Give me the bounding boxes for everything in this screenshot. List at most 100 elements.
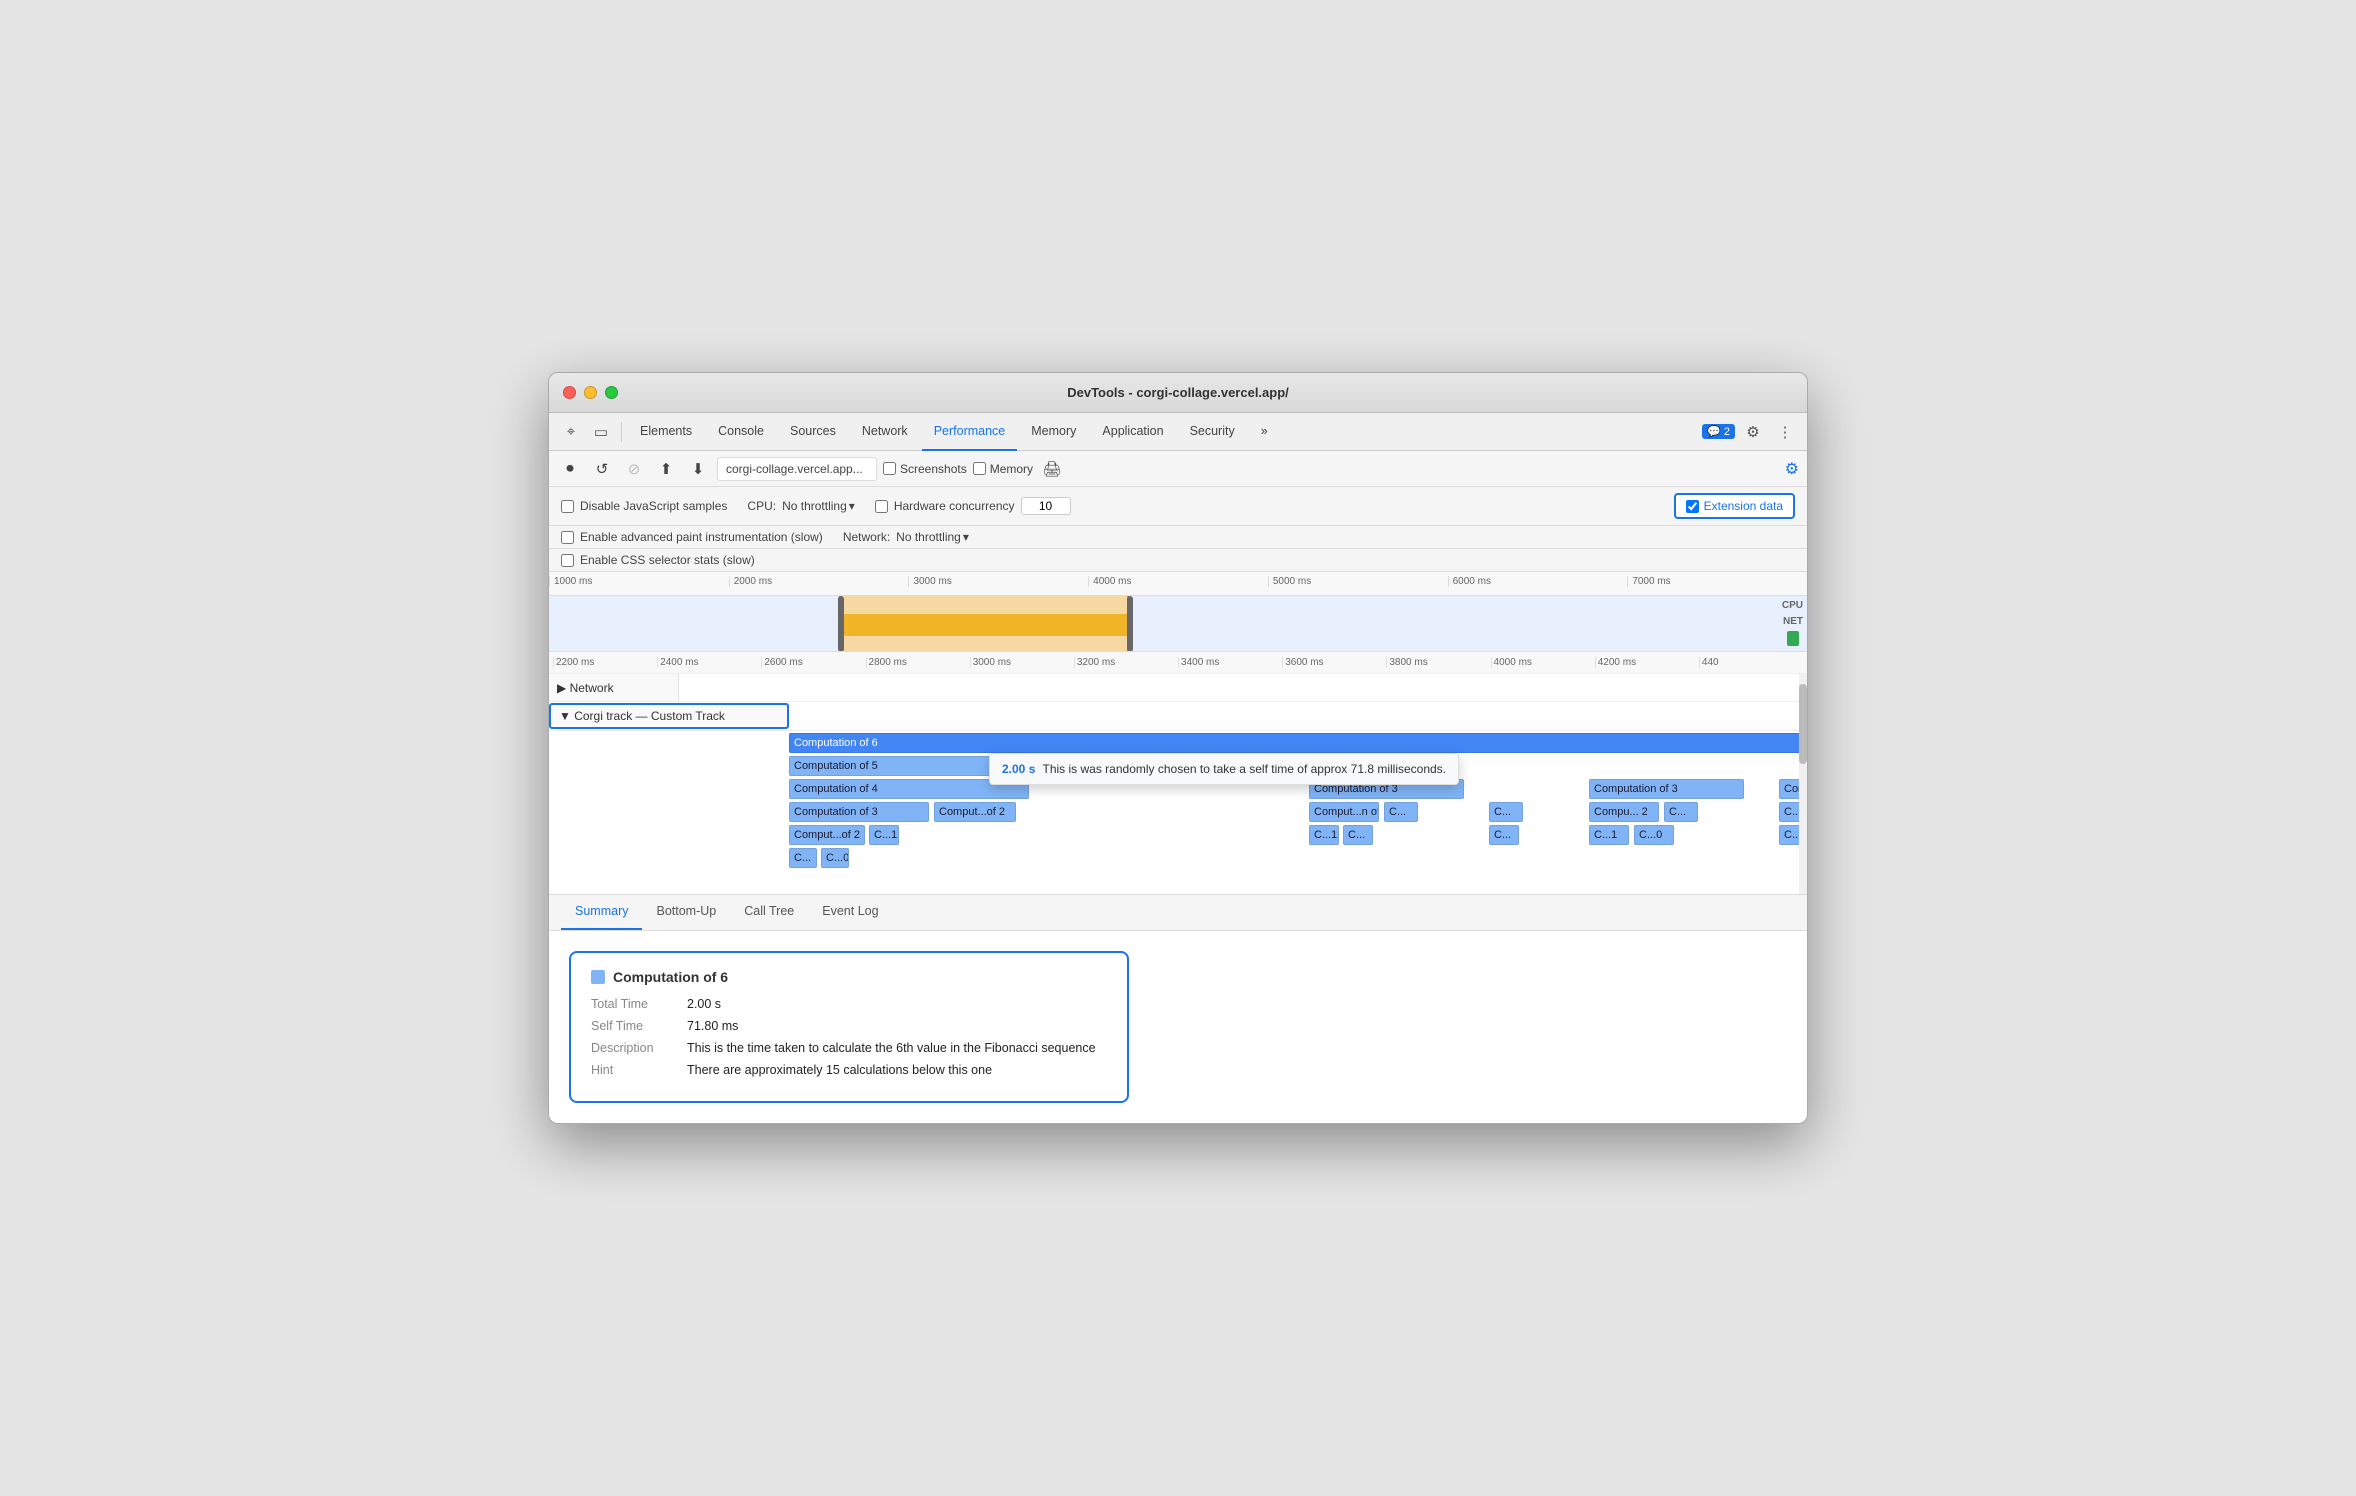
summary-panel: Computation of 6 Total Time 2.00 s Self …: [549, 931, 1807, 1123]
summary-row-self: Self Time 71.80 ms: [591, 1019, 1107, 1033]
overview-yellow-bar: [844, 614, 1129, 636]
detail-tick-2800: 2800 ms: [866, 657, 970, 668]
flame-block-c2[interactable]: C...: [1489, 802, 1523, 822]
printer-icon[interactable]: 🖨: [1039, 456, 1065, 482]
network-track-label[interactable]: ▶ Network: [549, 674, 679, 701]
url-display: corgi-collage.vercel.app...: [717, 457, 877, 481]
nav-badge: 💬 2: [1702, 424, 1735, 439]
screenshots-checkbox-label[interactable]: Screenshots: [883, 462, 967, 476]
cursor-icon[interactable]: ⌖: [557, 418, 585, 446]
enable-paint-checkbox[interactable]: [561, 531, 574, 544]
summary-row-desc: Description This is the time taken to ca…: [591, 1041, 1107, 1055]
network-option: Network: No throttling ▾: [843, 530, 969, 544]
hw-concurrency-label[interactable]: Hardware concurrency: [875, 497, 1071, 515]
download-button[interactable]: ⬇: [685, 456, 711, 482]
cpu-select-wrap[interactable]: No throttling ▾: [782, 499, 855, 513]
detail-tick-2600: 2600 ms: [761, 657, 865, 668]
tick-6000: 6000 ms: [1448, 576, 1628, 587]
tooltip: 2.00 s This is was randomly chosen to ta…: [989, 753, 1459, 785]
device-icon[interactable]: ▭: [587, 418, 615, 446]
custom-track-label[interactable]: ▼ Corgi track — Custom Track: [549, 703, 789, 729]
maximize-button[interactable]: [605, 386, 618, 399]
flame-block-r4c[interactable]: C...1: [1309, 825, 1339, 845]
flame-block-comp3c[interactable]: Computation of 3: [789, 802, 929, 822]
custom-track-event-area: [789, 702, 1807, 730]
flame-block-r5a[interactable]: C...: [789, 848, 817, 868]
flame-block-c1[interactable]: C...: [1384, 802, 1418, 822]
disable-js-label[interactable]: Disable JavaScript samples: [561, 499, 727, 513]
tick-4000: 4000 ms: [1088, 576, 1268, 587]
screenshots-checkbox[interactable]: [883, 462, 896, 475]
tab-more[interactable]: »: [1249, 413, 1280, 451]
scrollbar-thumb[interactable]: [1799, 684, 1807, 764]
toolbar: ⏺ ↺ ⊘ ⬆ ⬇ corgi-collage.vercel.app... Sc…: [549, 451, 1807, 487]
flame-block-comp2b[interactable]: Comput...of 2: [934, 802, 1016, 822]
hw-concurrency-checkbox[interactable]: [875, 500, 888, 513]
flame-block-comp2d[interactable]: Compu... 2: [1589, 802, 1659, 822]
record-button[interactable]: ⏺: [557, 456, 583, 482]
options-row-3: Enable CSS selector stats (slow): [549, 549, 1807, 572]
upload-button[interactable]: ⬆: [653, 456, 679, 482]
network-select-wrap[interactable]: No throttling ▾: [896, 530, 969, 544]
clear-button[interactable]: ⊘: [621, 456, 647, 482]
tab-application[interactable]: Application: [1090, 413, 1175, 451]
tick-7000: 7000 ms: [1627, 576, 1807, 587]
memory-checkbox[interactable]: [973, 462, 986, 475]
tick-2000: 2000 ms: [729, 576, 909, 587]
settings-gear-icon[interactable]: ⚙: [1785, 459, 1799, 479]
bottom-panel: Summary Bottom-Up Call Tree Event Log Co…: [549, 894, 1807, 1123]
flame-block-comp2c[interactable]: Comput...n of 2: [1309, 802, 1379, 822]
flame-block-r4g[interactable]: C...0: [1634, 825, 1674, 845]
tab-summary[interactable]: Summary: [561, 894, 642, 930]
more-icon[interactable]: ⋮: [1771, 418, 1799, 446]
flame-row-3: Computation of 3 Comput...of 2 Comput...…: [789, 802, 1807, 824]
detail-ruler: 2200 ms 2400 ms 2600 ms 2800 ms 3000 ms …: [549, 652, 1807, 674]
tab-console[interactable]: Console: [706, 413, 776, 451]
window-controls: [563, 386, 618, 399]
memory-checkbox-label[interactable]: Memory: [973, 462, 1033, 476]
hw-concurrency-input[interactable]: [1021, 497, 1071, 515]
flame-block-comp3b[interactable]: Computation of 3: [1589, 779, 1744, 799]
tab-security[interactable]: Security: [1178, 413, 1247, 451]
tooltip-text: This is was randomly chosen to take a se…: [1043, 762, 1447, 776]
flame-block-r5b[interactable]: C...0: [821, 848, 849, 868]
net-right-label: NET: [1783, 616, 1803, 627]
tooltip-time: 2.00 s: [1002, 762, 1035, 776]
tab-performance[interactable]: Performance: [922, 413, 1018, 451]
flame-block-r4b[interactable]: C...1: [869, 825, 899, 845]
overview-track[interactable]: CPU NET: [549, 596, 1807, 652]
flame-block-r4e[interactable]: C...: [1489, 825, 1519, 845]
tab-event-log[interactable]: Event Log: [808, 894, 892, 930]
minimize-button[interactable]: [584, 386, 597, 399]
reload-button[interactable]: ↺: [589, 456, 615, 482]
flame-row-5: C... C...0: [789, 848, 1807, 870]
extension-data-checkbox[interactable]: [1686, 500, 1699, 513]
chevron-down-icon: ▾: [963, 530, 969, 544]
options-row-1: Disable JavaScript samples CPU: No throt…: [549, 487, 1807, 526]
selection-handle-right[interactable]: [1127, 596, 1133, 652]
detail-tick-4000: 4000 ms: [1491, 657, 1595, 668]
cpu-right-label: CPU: [1782, 600, 1803, 611]
flame-block-comp6[interactable]: Computation of 6: [789, 733, 1808, 753]
extension-data-button[interactable]: Extension data: [1674, 493, 1795, 519]
enable-css-label[interactable]: Enable CSS selector stats (slow): [561, 553, 755, 567]
tab-network[interactable]: Network: [850, 413, 920, 451]
settings-icon[interactable]: ⚙: [1739, 418, 1767, 446]
enable-paint-label[interactable]: Enable advanced paint instrumentation (s…: [561, 530, 823, 544]
selection-handle-left[interactable]: [838, 596, 844, 652]
disable-js-checkbox[interactable]: [561, 500, 574, 513]
tab-call-tree[interactable]: Call Tree: [730, 894, 808, 930]
tab-sources[interactable]: Sources: [778, 413, 848, 451]
close-button[interactable]: [563, 386, 576, 399]
flame-block-r4a[interactable]: Comput...of 2: [789, 825, 865, 845]
flame-block-r4d[interactable]: C...: [1343, 825, 1373, 845]
tab-elements[interactable]: Elements: [628, 413, 704, 451]
flame-block-r4f[interactable]: C...1: [1589, 825, 1629, 845]
options-row-2: Enable advanced paint instrumentation (s…: [549, 526, 1807, 549]
track-scrollbar[interactable]: [1799, 674, 1807, 894]
tab-memory[interactable]: Memory: [1019, 413, 1088, 451]
summary-card: Computation of 6 Total Time 2.00 s Self …: [569, 951, 1129, 1103]
flame-block-c3[interactable]: C...: [1664, 802, 1698, 822]
tab-bottom-up[interactable]: Bottom-Up: [642, 894, 730, 930]
enable-css-checkbox[interactable]: [561, 554, 574, 567]
